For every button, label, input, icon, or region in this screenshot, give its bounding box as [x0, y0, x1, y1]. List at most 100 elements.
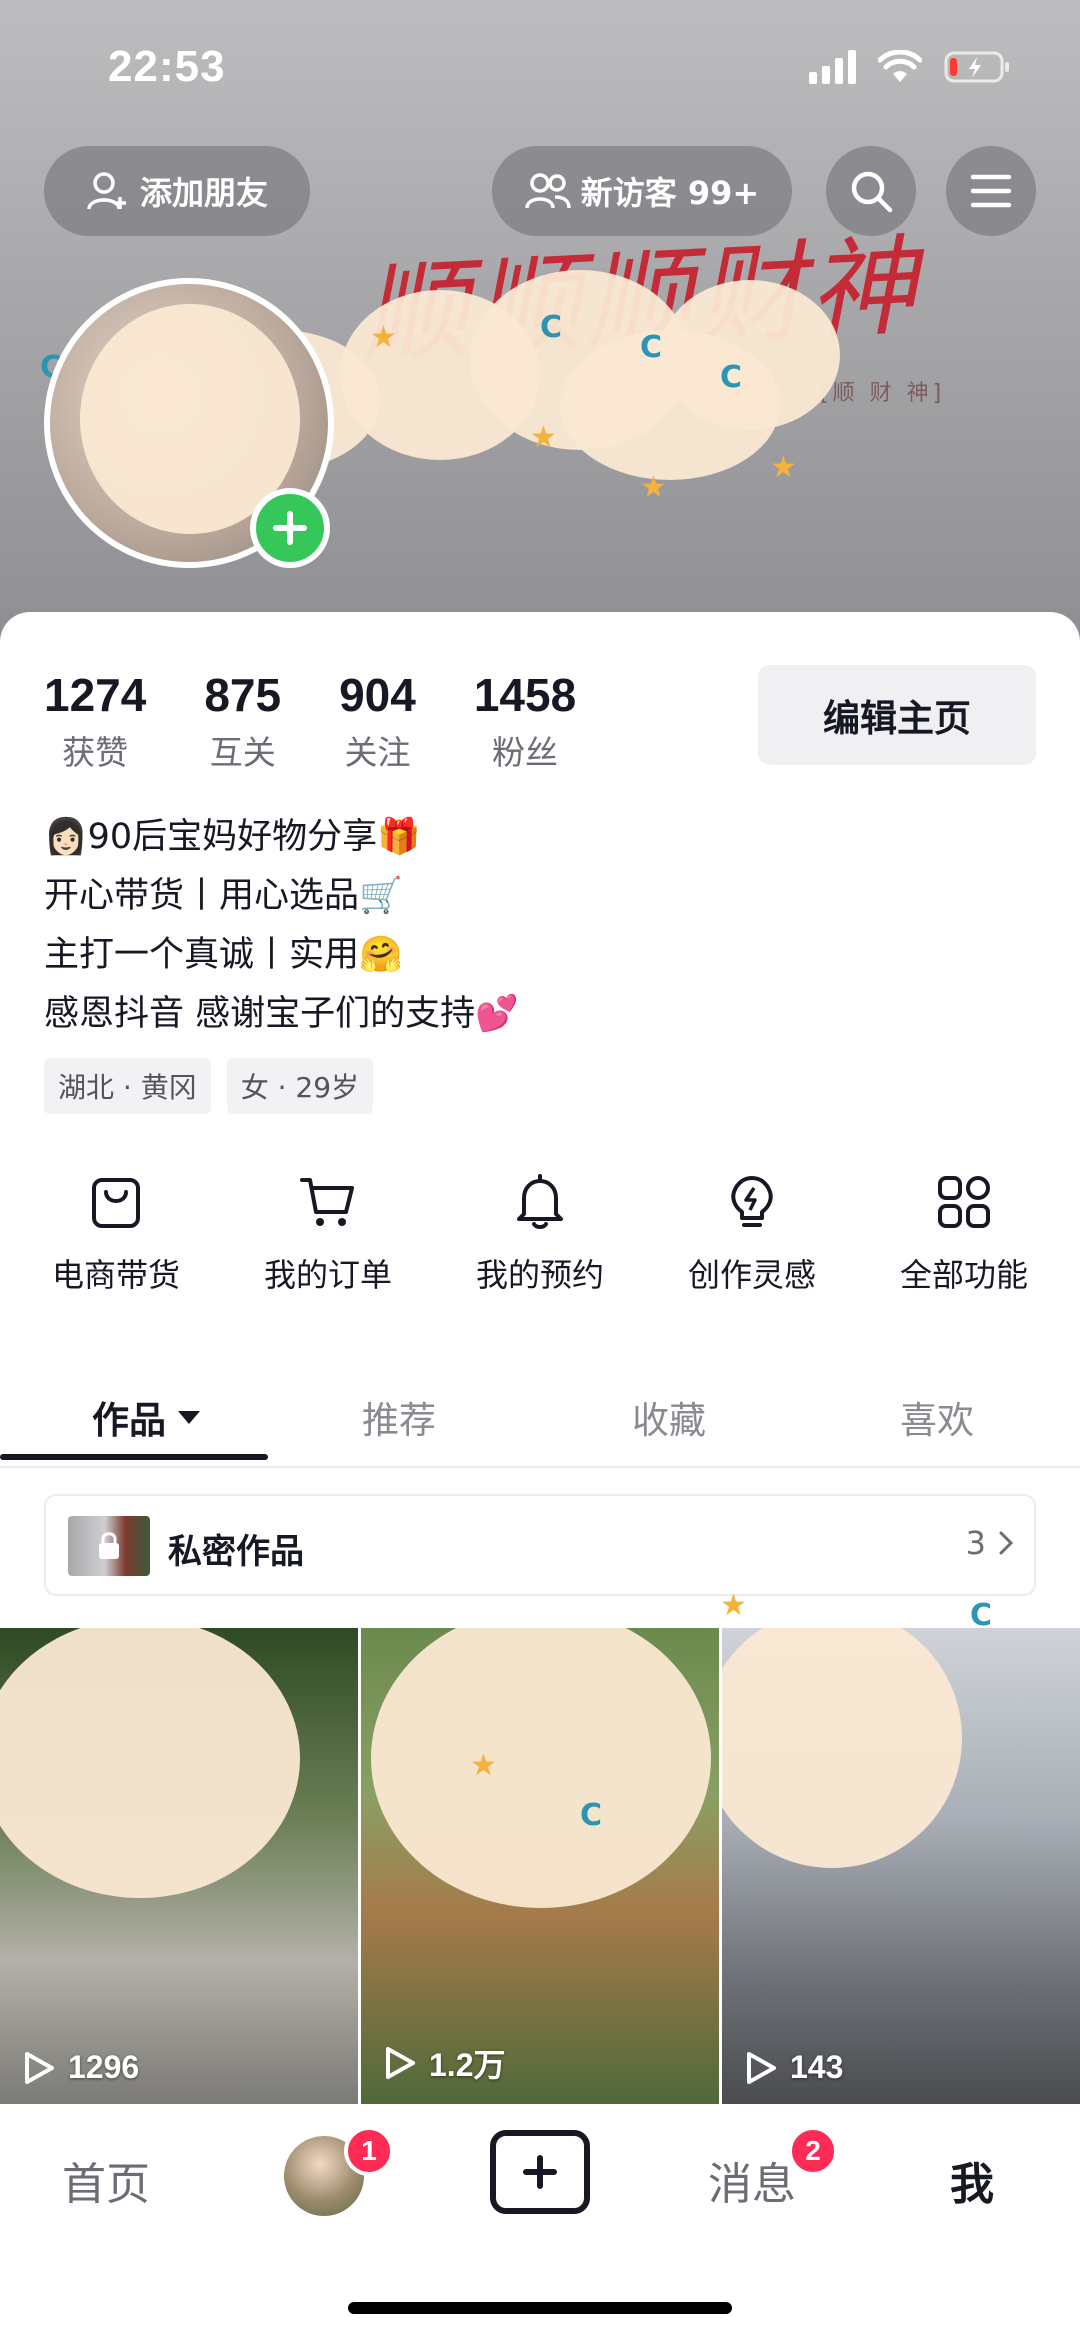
new-visitors-label: 新访客 99+: [580, 174, 760, 212]
feature-label: 创作灵感: [687, 1256, 816, 1294]
profile-tags: 湖北 · 黄冈 女 · 29岁: [44, 1058, 374, 1114]
feature-orders[interactable]: 我的订单: [238, 1172, 418, 1296]
c-sticker: C: [970, 1598, 993, 1633]
feature-all[interactable]: 全部功能: [874, 1172, 1054, 1296]
stat-mutual[interactable]: 875 互关: [204, 668, 281, 774]
tab-label: 作品: [92, 1399, 166, 1442]
bio-line: 👩🏻90后宝妈好物分享🎁: [44, 817, 421, 857]
search-button[interactable]: [826, 146, 916, 236]
tab-label: 收藏: [632, 1399, 706, 1442]
battery-icon: [944, 50, 1010, 84]
visitors-icon: [525, 173, 571, 209]
top-action-bar: 添加朋友 新访客 99+: [0, 146, 1080, 236]
add-user-icon: [87, 172, 126, 210]
play-count: 143: [744, 2049, 843, 2086]
private-works-thumbnail: [68, 1516, 150, 1576]
bell-icon: [517, 1174, 563, 1229]
c-sticker: C: [640, 330, 663, 365]
profile-bio: 👩🏻90后宝妈好物分享🎁 开心带货丨用心选品🛒 主打一个真诚丨实用🤗 感恩抖音 …: [44, 808, 519, 1044]
bag-icon: [92, 1178, 140, 1228]
location-tag: 湖北 · 黄冈: [44, 1058, 211, 1114]
star-sticker: ★: [530, 420, 557, 455]
new-visitors-button[interactable]: 新访客 99+: [492, 146, 792, 236]
feature-label: 我的预约: [475, 1256, 604, 1294]
nav-home[interactable]: 首页: [62, 2148, 150, 2212]
stat-label: 获赞: [62, 733, 129, 772]
sticker-blob: [660, 280, 840, 430]
tab-label: 喜欢: [900, 1399, 974, 1442]
nav-messages[interactable]: 消息: [708, 2148, 796, 2212]
video-thumbnail[interactable]: 1296: [0, 1628, 358, 2104]
star-sticker: ★: [370, 320, 397, 355]
play-count-value: 1296: [68, 2049, 140, 2085]
tab-label: 推荐: [362, 1399, 436, 1442]
wifi-icon: [878, 50, 922, 84]
video-thumbnail[interactable]: 1.2万: [361, 1628, 719, 2104]
private-works-label: 私密作品: [168, 1532, 304, 1572]
tab-likes[interactable]: 喜欢: [900, 1390, 974, 1444]
messages-notification-badge: 2: [788, 2126, 838, 2176]
feature-ecommerce[interactable]: 电商带货: [26, 1172, 206, 1296]
home-indicator: [348, 2302, 732, 2314]
bulb-icon: [731, 1176, 773, 1227]
c-sticker: C: [720, 360, 743, 395]
add-friend-label: 添加朋友: [139, 174, 268, 212]
bio-line: 感恩抖音 感谢宝子们的支持💕: [44, 994, 519, 1034]
edit-profile-button[interactable]: 编辑主页: [758, 665, 1036, 765]
private-works-row[interactable]: 私密作品 3: [44, 1494, 1036, 1596]
menu-icon: [970, 174, 1012, 208]
sticker-blob: [371, 1628, 711, 1908]
plus-icon: [273, 511, 307, 545]
lock-icon: [99, 1532, 119, 1559]
video-grid: 1296 1.2万 143 ★ C ★ C: [0, 1588, 1080, 2104]
play-icon: [25, 2051, 54, 2084]
star-sticker: ★: [770, 450, 797, 485]
status-bar: 22:53: [0, 0, 1080, 140]
nav-me[interactable]: 我: [950, 2148, 994, 2212]
play-count-value: 143: [790, 2049, 844, 2085]
video-thumbnail[interactable]: 143: [722, 1628, 1080, 2104]
grid-icon: [938, 1176, 990, 1228]
cart-icon: [300, 1178, 354, 1226]
star-sticker: ★: [470, 1748, 497, 1783]
feature-label: 我的订单: [263, 1256, 392, 1294]
c-sticker: C: [540, 310, 563, 345]
tab-recommended[interactable]: 推荐: [362, 1390, 436, 1444]
menu-button[interactable]: [946, 146, 1036, 236]
star-sticker: ★: [640, 470, 667, 505]
banner-subtitle: [顺 财 神]: [820, 381, 946, 406]
stat-followers[interactable]: 1458 粉丝: [474, 668, 576, 774]
feature-label: 电商带货: [51, 1256, 180, 1294]
stat-value: 875: [204, 669, 282, 721]
caret-down-icon: [178, 1411, 200, 1424]
stat-label: 关注: [344, 733, 411, 772]
stat-likes[interactable]: 1274 获赞: [44, 668, 146, 774]
stat-value: 1274: [44, 669, 147, 721]
star-sticker: ★: [720, 1588, 747, 1623]
play-icon: [386, 2047, 415, 2079]
feature-label: 全部功能: [899, 1256, 1028, 1294]
stat-label: 互关: [209, 733, 276, 772]
feature-inspiration[interactable]: 创作灵感: [662, 1172, 842, 1296]
feature-shortcuts: 电商带货 我的订单 我的预约 创作灵感 全部功能: [0, 1172, 1080, 1322]
search-icon: [851, 171, 893, 213]
plus-icon: [523, 2155, 557, 2189]
bio-line: 开心带货丨用心选品🛒: [44, 876, 403, 916]
status-time: 22:53: [108, 42, 226, 91]
tab-favorites[interactable]: 收藏: [632, 1390, 706, 1444]
add-friend-button[interactable]: 添加朋友: [44, 146, 310, 236]
add-story-button[interactable]: [250, 488, 330, 568]
stat-following[interactable]: 904 关注: [339, 668, 416, 774]
profile-stats: 1274 获赞 875 互关 904 关注 1458 粉丝: [44, 668, 634, 774]
sticker-blob: [722, 1628, 962, 1868]
stat-value: 904: [339, 669, 416, 721]
feature-reservations[interactable]: 我的预约: [450, 1172, 630, 1296]
play-count: 1.2万: [383, 2040, 506, 2086]
create-button[interactable]: [490, 2130, 590, 2214]
cellular-signal-icon: [809, 50, 856, 84]
tab-works[interactable]: 作品: [92, 1390, 202, 1444]
play-icon: [747, 2051, 776, 2084]
sticker-blob: [0, 1628, 300, 1898]
private-works-count: 3: [966, 1524, 1014, 1562]
stat-value: 1458: [473, 669, 577, 721]
